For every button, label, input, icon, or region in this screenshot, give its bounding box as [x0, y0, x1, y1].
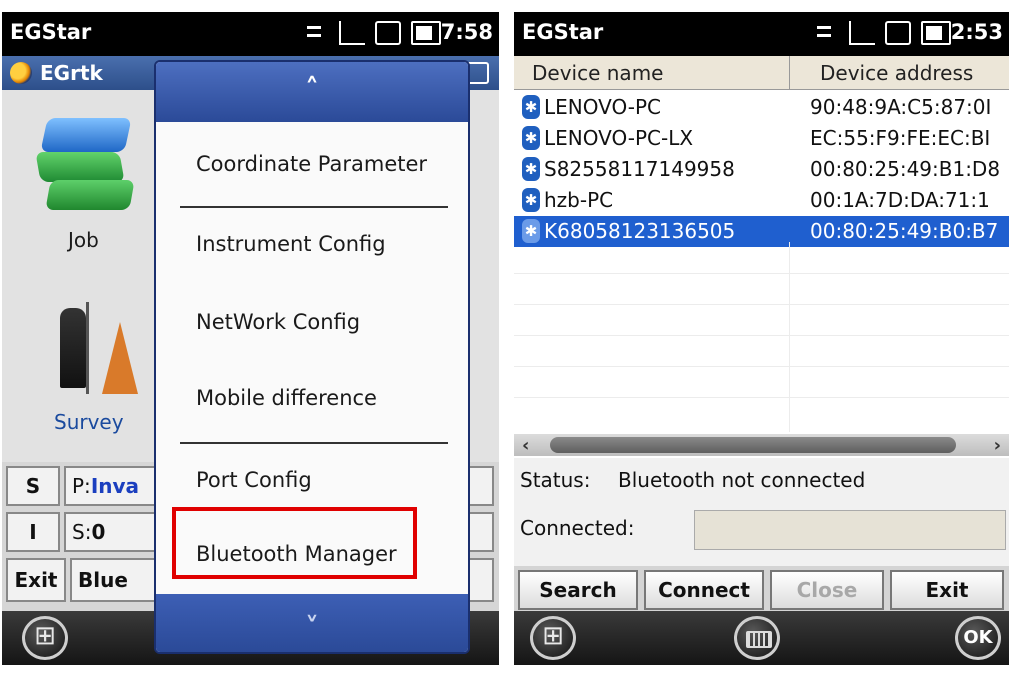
horizontal-scrollbar[interactable]: ‹ › — [514, 434, 1009, 456]
device-address: 00:1A:7D:DA:71:1 — [810, 188, 990, 212]
exit-button[interactable]: Exit — [890, 570, 1004, 610]
table-row[interactable]: ✱ LENOVO-PC-LX EC:55:F9:FE:EC:BI — [514, 123, 1009, 154]
table-row[interactable]: ✱ LENOVO-PC 90:48:9A:C5:87:0I — [514, 92, 1009, 123]
left-screen: EGStar 7:58 EGrtk Job Survey S P:Inva I … — [2, 12, 499, 665]
keyboard-icon[interactable] — [734, 616, 780, 660]
ok-button[interactable]: OK — [955, 616, 1001, 660]
close-button: Close — [770, 570, 884, 610]
left-status-bar: EGStar 7:58 — [2, 12, 499, 56]
menu-scroll-down[interactable]: ˅ — [156, 594, 468, 652]
status-bar-time: 7:58 — [440, 20, 493, 44]
app-logo-icon — [10, 62, 32, 84]
empty-rows — [514, 242, 1009, 432]
menu-item-mobile-difference[interactable]: Mobile difference — [196, 386, 377, 410]
bluetooth-status-text: Blue — [70, 558, 166, 602]
connected-field — [694, 510, 1006, 550]
app-title: EGrtk — [40, 61, 103, 85]
windows-start-icon[interactable] — [22, 616, 68, 660]
search-button[interactable]: Search — [518, 570, 638, 610]
device-list: Device name Device address ✱ LENOVO-PC 9… — [514, 56, 1009, 458]
device-name: LENOVO-PC-LX — [544, 126, 694, 150]
column-device-name[interactable]: Device name — [532, 61, 663, 85]
volume-icon — [885, 21, 911, 45]
bluetooth-icon: ✱ — [522, 219, 540, 243]
menu-divider — [180, 442, 448, 444]
position-status: P:Inva — [64, 466, 164, 506]
sync-icon — [813, 21, 839, 45]
satellite-prefix: S: — [72, 520, 92, 544]
satellite-status: S:0 — [64, 512, 164, 552]
survey-surveyor-icon[interactable] — [54, 298, 138, 398]
bluetooth-manager-highlight — [172, 507, 417, 579]
device-address: 90:48:9A:C5:87:0I — [810, 95, 992, 119]
menu-divider — [180, 206, 448, 208]
scroll-left-icon[interactable]: ‹ — [522, 435, 529, 456]
menu-item-network-config[interactable]: NetWork Config — [196, 310, 360, 334]
device-address: EC:55:F9:FE:EC:BI — [810, 126, 991, 150]
position-prefix: P: — [72, 474, 91, 498]
sync-icon — [303, 21, 329, 45]
bluetooth-icon: ✱ — [522, 126, 540, 150]
column-device-address[interactable]: Device address — [820, 61, 973, 85]
job-label[interactable]: Job — [68, 228, 99, 252]
bluetooth-icon: ✱ — [522, 157, 540, 181]
table-row[interactable]: ✱ S82558117149958 00:80:25:49:B1:D8 — [514, 154, 1009, 185]
bluetooth-icon: ✱ — [522, 188, 540, 212]
device-name: S82558117149958 — [544, 157, 735, 181]
device-name: LENOVO-PC — [544, 95, 662, 119]
signal-icon — [849, 21, 875, 45]
status-bar-title: EGStar — [10, 20, 92, 44]
device-name: K68058123136505 — [544, 219, 736, 243]
device-address: 00:80:25:49:B0:B7 — [810, 219, 999, 243]
status-icons — [303, 21, 441, 45]
connected-label: Connected: — [520, 516, 635, 540]
satellite-value: 0 — [91, 520, 106, 544]
survey-label[interactable]: Survey — [54, 410, 124, 434]
battery-icon — [921, 21, 951, 45]
status-label: Status: — [520, 468, 591, 492]
menu-scroll-up[interactable]: ˄ — [156, 62, 468, 122]
menu-item-port-config[interactable]: Port Config — [196, 468, 312, 492]
device-address: 00:80:25:49:B1:D8 — [810, 157, 1001, 181]
i-button[interactable]: I — [6, 512, 60, 552]
device-list-header: Device name Device address — [514, 56, 1009, 90]
chevron-up-icon: ˄ — [305, 72, 319, 105]
status-bar-time: 2:53 — [950, 20, 1003, 44]
menu-item-coordinate-parameter[interactable]: Coordinate Parameter — [196, 152, 427, 176]
scroll-right-icon[interactable]: › — [994, 435, 1001, 456]
status-value: Bluetooth not connected — [618, 468, 866, 492]
battery-icon — [411, 21, 441, 45]
right-status-bar: EGStar 2:53 — [514, 12, 1009, 56]
connection-status-panel: Status: Bluetooth not connected Connecte… — [514, 458, 1009, 566]
status-bar-title: EGStar — [522, 20, 604, 44]
right-screen: EGStar 2:53 Device name Device address ✱… — [514, 12, 1009, 665]
signal-icon — [339, 21, 365, 45]
windows-start-icon[interactable] — [530, 616, 576, 660]
device-name: hzb-PC — [544, 188, 614, 212]
scrollbar-thumb[interactable] — [550, 437, 956, 453]
action-buttons: Search Connect Close Exit — [514, 566, 1009, 614]
exit-button[interactable]: Exit — [6, 558, 66, 602]
bluetooth-icon: ✱ — [522, 95, 540, 119]
chevron-down-icon: ˅ — [305, 611, 319, 644]
job-books-icon[interactable] — [35, 118, 138, 222]
table-row[interactable]: ✱ hzb-PC 00:1A:7D:DA:71:1 — [514, 185, 1009, 216]
connect-button[interactable]: Connect — [644, 570, 764, 610]
right-taskbar: OK — [514, 611, 1009, 665]
menu-item-instrument-config[interactable]: Instrument Config — [196, 232, 386, 256]
vibrate-icon — [375, 21, 401, 45]
status-icons — [813, 21, 951, 45]
s-button[interactable]: S — [6, 466, 60, 506]
position-value: Inva — [90, 474, 140, 498]
